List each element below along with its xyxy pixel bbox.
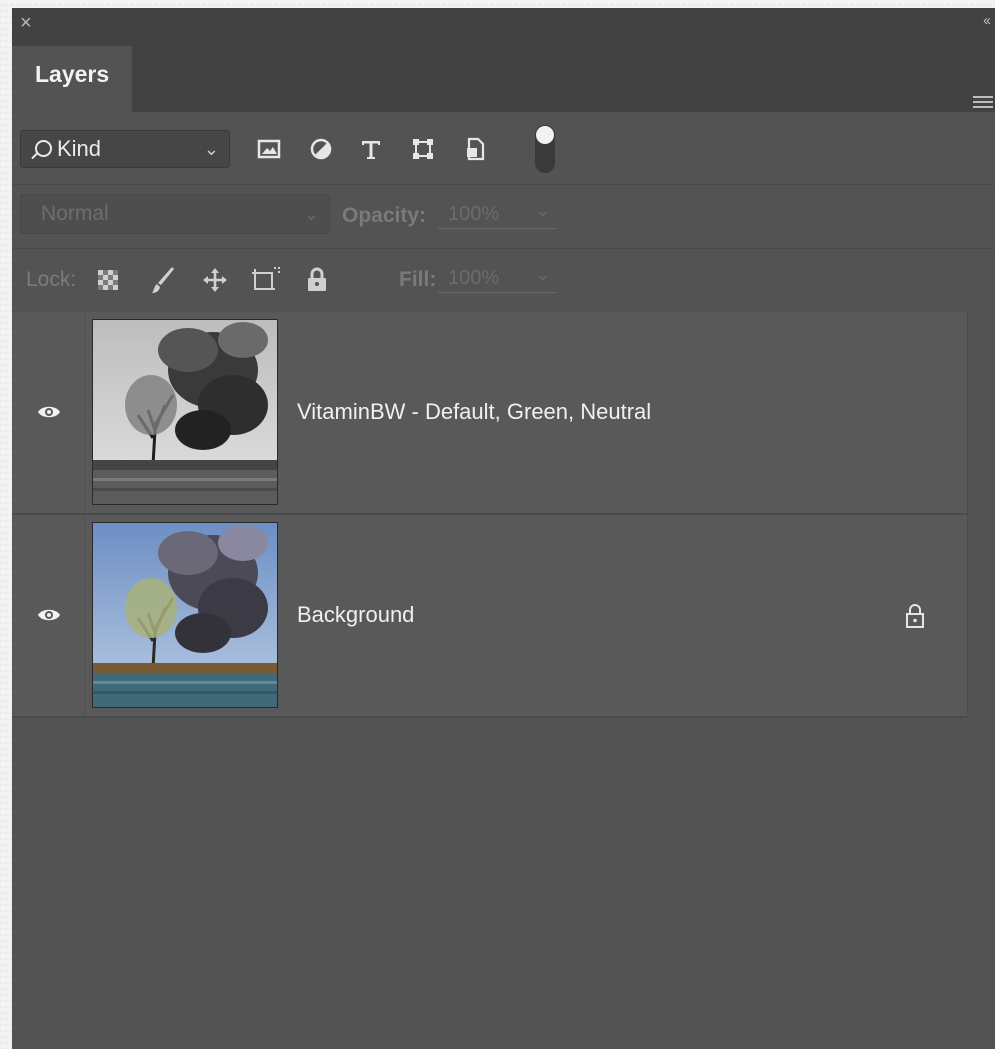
blend-row: Normal ⌄ Opacity: 100% ⌄ xyxy=(12,184,995,249)
lock-row: Lock: Fill: 100% ⌄ xyxy=(12,248,995,313)
pixel-layer-filter-icon[interactable] xyxy=(256,136,282,162)
layer-row-vitaminbw[interactable]: VitaminBW - Default, Green, Neutral xyxy=(12,312,968,515)
fill-value: 100% xyxy=(448,267,500,289)
lock-artboard-icon[interactable] xyxy=(250,265,282,293)
layer-row-background[interactable]: Background xyxy=(12,515,968,718)
opacity-label: Opacity: xyxy=(342,204,427,227)
lock-all-icon[interactable] xyxy=(305,266,329,294)
chevron-down-icon: ⌄ xyxy=(303,204,319,224)
type-layer-filter-icon[interactable] xyxy=(358,136,384,162)
shape-layer-filter-icon[interactable] xyxy=(410,136,436,162)
chevron-down-icon: ⌄ xyxy=(535,201,550,220)
lock-position-icon[interactable] xyxy=(201,266,229,294)
smart-object-filter-icon[interactable] xyxy=(462,136,488,162)
layer-name[interactable]: VitaminBW - Default, Green, Neutral xyxy=(297,399,651,425)
chevron-down-icon: ⌄ xyxy=(203,139,219,159)
kind-filter-label: Kind xyxy=(57,136,102,161)
hamburger-menu-icon[interactable] xyxy=(973,96,993,110)
layer-thumbnail[interactable] xyxy=(92,522,278,708)
lock-label: Lock: xyxy=(26,268,77,291)
close-panel-button[interactable]: × xyxy=(20,10,32,36)
lock-image-pixels-icon[interactable] xyxy=(150,265,176,295)
opacity-field[interactable]: 100% ⌄ xyxy=(438,198,556,229)
fill-field[interactable]: 100% ⌄ xyxy=(438,262,556,293)
blend-mode-dropdown[interactable]: Normal ⌄ xyxy=(20,194,330,234)
layer-name[interactable]: Background xyxy=(297,602,414,628)
filter-toggle-icon[interactable] xyxy=(534,124,556,174)
fill-label: Fill: xyxy=(399,268,437,291)
layers-panel: × ‹‹ Layers Kind ⌄ Normal ⌄ Opacity: 100… xyxy=(12,8,995,1049)
panel-title-bar: × ‹‹ xyxy=(12,8,995,38)
kind-filter-dropdown[interactable]: Kind ⌄ xyxy=(20,130,230,168)
opacity-value: 100% xyxy=(448,203,500,225)
lock-transparent-pixels-icon[interactable] xyxy=(97,269,119,291)
scrollbar-track[interactable] xyxy=(967,312,995,714)
tab-layers[interactable]: Layers xyxy=(12,46,132,112)
search-icon xyxy=(35,140,52,157)
eye-icon xyxy=(38,609,60,621)
collapse-panel-button[interactable]: ‹‹ xyxy=(983,12,991,29)
adjustment-layer-filter-icon[interactable] xyxy=(308,136,334,162)
layer-lock-icon[interactable] xyxy=(905,603,925,629)
eye-icon xyxy=(38,406,60,418)
visibility-toggle[interactable] xyxy=(12,515,85,716)
blend-mode-value: Normal xyxy=(41,202,109,225)
filter-row: Kind ⌄ xyxy=(12,112,995,185)
visibility-toggle[interactable] xyxy=(12,312,85,513)
chevron-down-icon: ⌄ xyxy=(535,265,550,284)
panel-tab-row: Layers xyxy=(12,38,995,112)
layers-list: VitaminBW - Default, Green, Neutral Back… xyxy=(12,312,995,1049)
layer-thumbnail[interactable] xyxy=(92,319,278,505)
